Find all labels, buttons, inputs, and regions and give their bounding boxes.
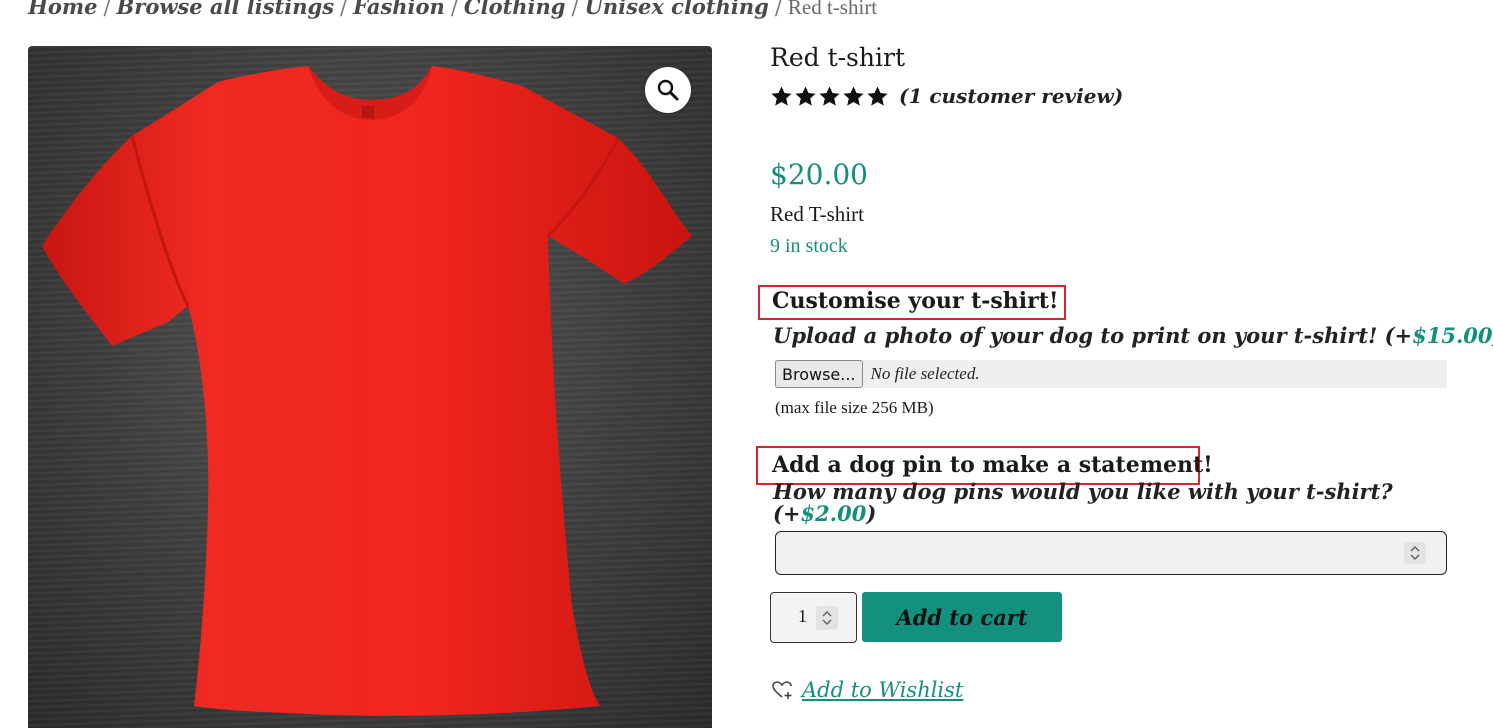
addon-heading-dog-pin: Add a dog pin to make a statement! (772, 452, 1213, 478)
spinner-arrows-icon[interactable] (816, 606, 838, 630)
star-rating (770, 85, 889, 108)
addon-price: $15.00 (1412, 323, 1493, 348)
breadcrumb-current: Red t-shirt (787, 0, 878, 19)
breadcrumb-separator: / (774, 0, 782, 19)
star-icon (795, 85, 816, 106)
file-status: No file selected. (870, 364, 980, 383)
product-short-description: Red T-shirt (770, 202, 864, 226)
quantity-stepper[interactable]: 1 (770, 592, 857, 643)
addon-description-upload: Upload a photo of your dog to print on y… (773, 323, 1493, 348)
star-icon (771, 85, 792, 106)
heart-plus-icon (772, 681, 792, 699)
breadcrumb: Home / Browse all listings / Fashion / Clothin… (28, 0, 877, 24)
add-to-cart-button[interactable]: Add to cart (862, 592, 1062, 642)
addon-heading-customise: Customise your t-shirt! (772, 288, 1059, 314)
browse-button[interactable]: Browse... (775, 360, 863, 388)
breadcrumb-separator: / (450, 0, 458, 19)
breadcrumb-browse-all-listings[interactable]: Browse all listings (117, 0, 335, 19)
product-rating: (1 customer review) (770, 84, 1123, 108)
breadcrumb-home[interactable]: Home (28, 0, 97, 19)
star-icon (867, 85, 888, 106)
addon-description-text: Upload a photo of your dog to print on y… (773, 323, 1413, 348)
addon-description-suffix: ) (866, 501, 877, 526)
product-title: Red t-shirt (770, 43, 905, 72)
zoom-button[interactable] (645, 67, 691, 113)
breadcrumb-separator: / (340, 0, 348, 19)
product-image[interactable] (28, 46, 712, 728)
tshirt-label (362, 106, 374, 118)
product-price: $20.00 (770, 158, 868, 191)
customer-review-link[interactable]: (1 customer review) (899, 84, 1123, 108)
magnifier-icon (657, 79, 679, 101)
max-file-size-note: (max file size 256 MB) (775, 398, 934, 417)
quantity-value: 1 (798, 606, 807, 626)
breadcrumb-separator: / (571, 0, 579, 19)
wishlist[interactable]: Add to Wishlist (772, 678, 963, 702)
addon-price: $2.00 (800, 501, 867, 526)
star-icon (819, 85, 840, 106)
dog-pins-quantity-input[interactable] (775, 531, 1447, 575)
breadcrumb-separator: / (103, 0, 111, 19)
breadcrumb-clothing[interactable]: Clothing (464, 0, 566, 19)
product-gallery[interactable] (28, 46, 712, 728)
star-icon (843, 85, 864, 106)
file-upload-field[interactable]: Browse... No file selected. (775, 360, 1447, 388)
spinner-arrows-icon[interactable] (1404, 542, 1426, 564)
breadcrumb-fashion[interactable]: Fashion (353, 0, 445, 19)
breadcrumb-unisex-clothing[interactable]: Unisex clothing (585, 0, 769, 19)
stock-status: 9 in stock (770, 235, 848, 257)
addon-description-dog-pins: How many dog pins would you like with yo… (773, 481, 1413, 525)
add-to-wishlist-link[interactable]: Add to Wishlist (802, 678, 963, 702)
